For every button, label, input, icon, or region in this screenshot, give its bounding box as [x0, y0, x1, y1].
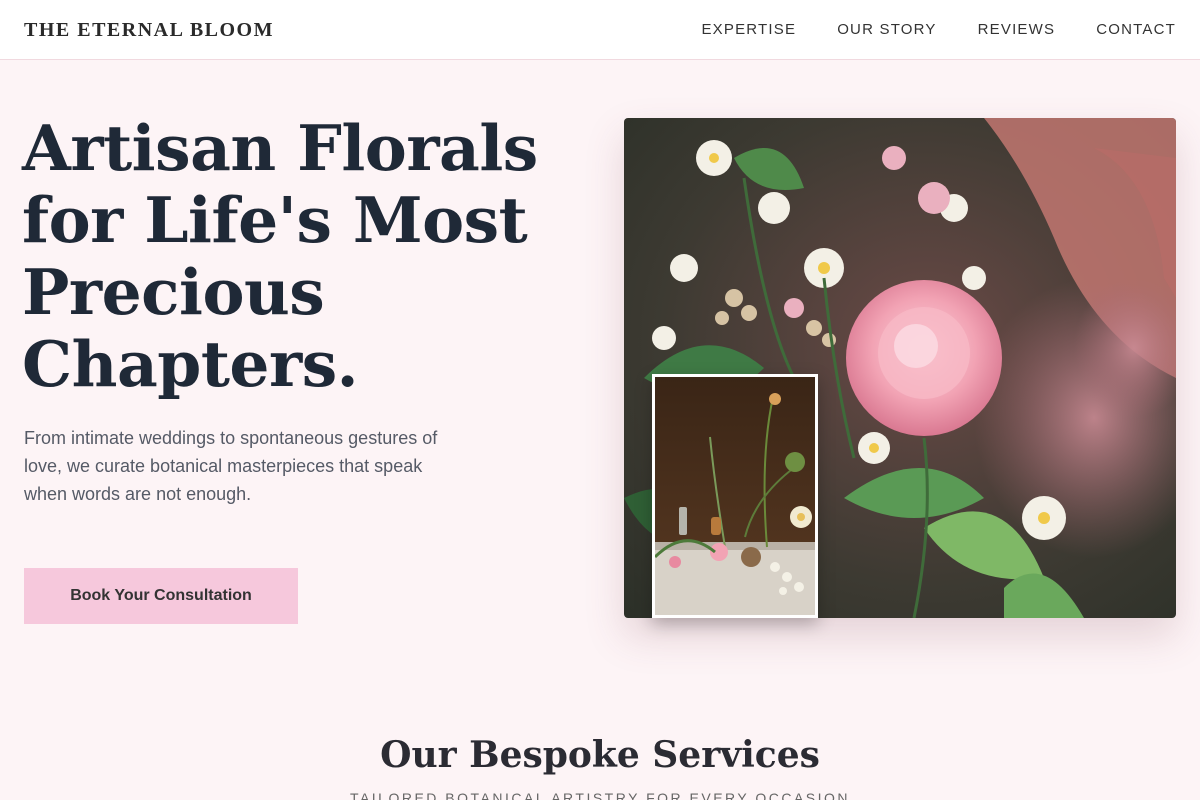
- top-navbar: THE ETERNAL BLOOM EXPERTISE OUR STORY RE…: [0, 0, 1200, 60]
- inset-photo: [652, 374, 818, 618]
- nav-link-reviews[interactable]: REVIEWS: [978, 21, 1056, 38]
- brand-logo[interactable]: THE ETERNAL BLOOM: [24, 19, 274, 42]
- services-title: Our Bespoke Services: [380, 734, 820, 776]
- hero-subtitle: From intimate weddings to spontaneous ge…: [24, 428, 438, 504]
- book-consultation-button[interactable]: Book Your Consultation: [24, 568, 298, 624]
- hero-title: Artisan Florals for Life's Most Precious…: [22, 111, 538, 401]
- table-arrangement-illustration: [655, 377, 815, 615]
- nav-link-contact[interactable]: CONTACT: [1096, 21, 1176, 38]
- nav-link-expertise[interactable]: EXPERTISE: [701, 21, 796, 38]
- services-subtitle: TAILORED BOTANICAL ARTISTRY FOR EVERY OC…: [349, 790, 851, 800]
- nav-link-our-story[interactable]: OUR STORY: [837, 21, 936, 38]
- main-nav: EXPERTISE OUR STORY REVIEWS CONTACT: [701, 21, 1176, 38]
